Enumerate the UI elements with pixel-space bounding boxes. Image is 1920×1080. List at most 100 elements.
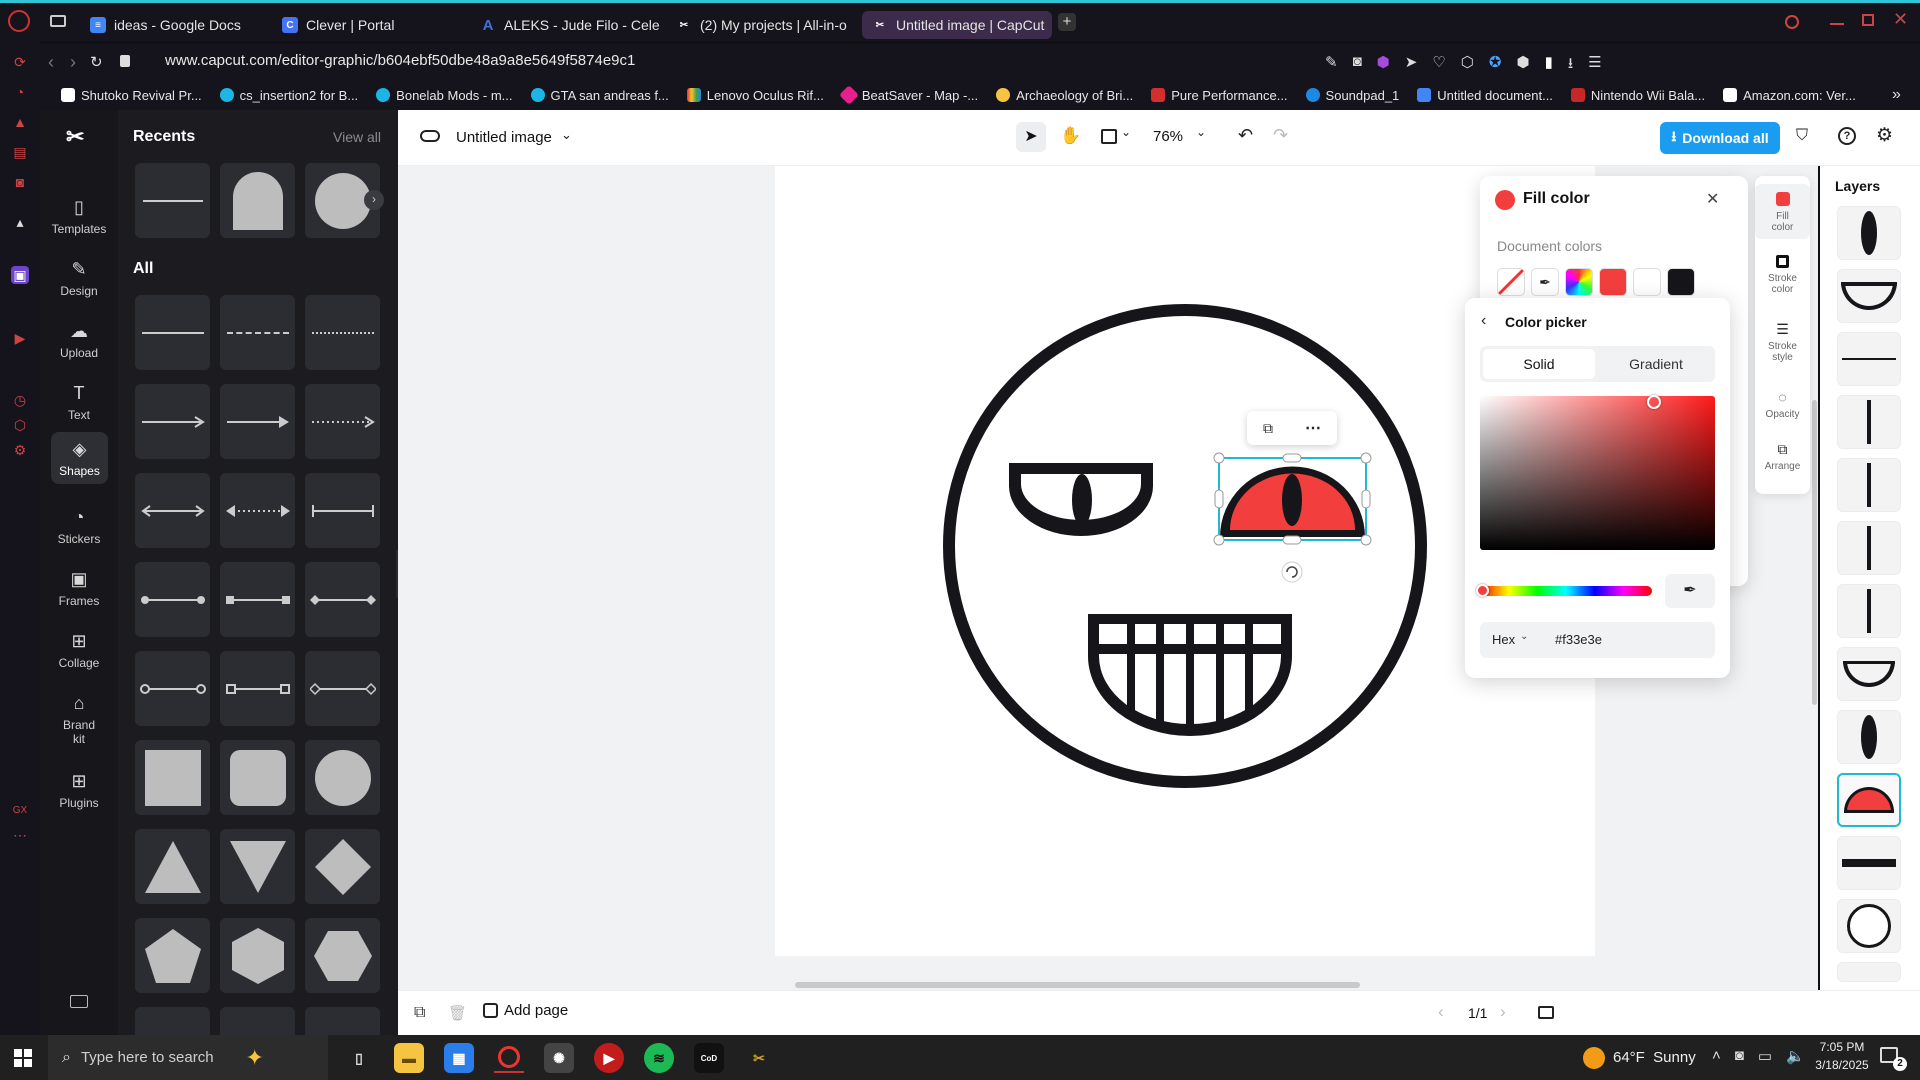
settings-gear-icon[interactable]: ⚙ [1876, 124, 1893, 147]
player-icon[interactable]: ▶ [11, 329, 29, 347]
shape-line-dot-ends[interactable] [135, 562, 210, 637]
store-icon[interactable]: ▦ [444, 1043, 474, 1073]
cloud-save-icon[interactable] [420, 130, 440, 142]
profile-icon[interactable]: ▮ [1545, 53, 1553, 78]
more-icon[interactable]: ⋯ [11, 826, 29, 844]
shape-dimension-line[interactable] [305, 473, 380, 548]
swatch-black[interactable] [1667, 268, 1695, 296]
vertical-scrollbar[interactable] [1812, 400, 1817, 705]
tray-chevron-icon[interactable]: ˄ [1712, 1047, 1721, 1065]
rail-design[interactable]: ✎ Design [40, 252, 118, 304]
shape-inverted-triangle[interactable] [220, 829, 295, 904]
eyedropper-button[interactable]: ✒ [1665, 574, 1715, 608]
shape-partial-tile[interactable] [220, 1007, 295, 1035]
shape-rounded-square[interactable] [220, 740, 295, 815]
layout-chevron-icon[interactable]: ⌄ [1121, 125, 1131, 139]
shape-line-square-ends[interactable] [220, 562, 295, 637]
call-of-duty-icon[interactable]: CoD [694, 1043, 724, 1073]
prev-page-icon[interactable]: ‹ [1438, 1002, 1444, 1022]
tab-solid[interactable]: Solid [1483, 349, 1595, 379]
format-select[interactable]: Hex [1492, 632, 1515, 647]
extension-puzzle-icon[interactable]: ⬢ [1516, 53, 1529, 78]
recents-next-icon[interactable]: › [364, 190, 384, 210]
bookmark-item[interactable]: Nintendo Wii Bala... [1562, 88, 1714, 103]
more-options-icon[interactable]: ⋯ [1305, 418, 1321, 438]
new-tab-button[interactable]: + [1058, 13, 1076, 31]
bookmark-item[interactable]: GTA san andreas f... [522, 88, 678, 103]
bookmark-item[interactable]: Archaeology of Bri... [987, 88, 1142, 103]
shape-diamond[interactable] [305, 829, 380, 904]
shape-double-arrow-dotted[interactable] [220, 473, 295, 548]
back-icon[interactable]: ‹ [48, 52, 54, 73]
maximize-icon[interactable] [1862, 14, 1874, 26]
prop-opacity[interactable]: ◌ Opacity [1755, 388, 1810, 421]
hex-value-input[interactable]: #f33e3e [1555, 632, 1602, 647]
url-field[interactable]: www.capcut.com/editor-graphic/b604ebf50d… [165, 52, 635, 69]
shape-line-open-square-ends[interactable] [220, 651, 295, 726]
rail-templates[interactable]: ▯ Templates [40, 190, 118, 242]
layer-item-selected[interactable] [1837, 773, 1901, 827]
close-window-icon[interactable]: ✕ [1893, 9, 1908, 30]
weather-text[interactable]: 64°F Sunny [1613, 1049, 1696, 1066]
close-icon[interactable]: ✕ [1706, 189, 1719, 209]
tab-capcut-active[interactable]: ✂ Untitled image | CapCut [862, 11, 1052, 39]
bookmark-item[interactable]: Bonelab Mods - m... [367, 88, 521, 103]
tab-my-projects[interactable]: ✂ (2) My projects | All-in-o [666, 11, 856, 39]
view-all-link[interactable]: View all [333, 129, 381, 145]
extension-medal-icon[interactable]: ✪ [1489, 53, 1502, 78]
hue-slider[interactable] [1476, 584, 1652, 597]
shape-line-open-diamond-ends[interactable] [305, 651, 380, 726]
layer-item[interactable] [1837, 206, 1901, 260]
menu-icon[interactable]: ☰ [1588, 53, 1601, 78]
prop-stroke-style[interactable]: ☰ Stroke style [1755, 320, 1810, 363]
messenger-icon[interactable]: ◙ [11, 173, 29, 191]
recent-shape-arch[interactable] [220, 163, 295, 238]
rail-upload[interactable]: ☁ Upload [40, 314, 118, 366]
layer-item[interactable] [1837, 836, 1901, 890]
layer-item[interactable] [1837, 899, 1901, 953]
zoom-chevron-icon[interactable]: ⌄ [1196, 125, 1206, 139]
history-icon[interactable]: ◔ [11, 83, 29, 101]
document-title[interactable]: Untitled image [456, 129, 552, 146]
extension-cube-icon[interactable]: ⬡ [1461, 53, 1474, 78]
shape-hexagon-horizontal[interactable] [305, 918, 380, 993]
clock-date[interactable]: 3/18/2025 [1808, 1058, 1876, 1072]
network-icon[interactable]: ▭ [1758, 1047, 1772, 1065]
bookmark-item[interactable]: BeatSaver - Map -... [833, 85, 987, 105]
send-icon[interactable]: ➤ [1405, 53, 1418, 78]
tab-aleks[interactable]: A ALEKS - Jude Filo - Celeb [470, 11, 660, 39]
swatch-red[interactable] [1599, 268, 1627, 296]
duplicate-icon[interactable]: ⧉ [1263, 420, 1273, 437]
forward-icon[interactable]: › [70, 52, 76, 73]
clock-icon[interactable]: ◷ [11, 391, 29, 409]
bookmark-item[interactable]: Lenovo Oculus Rif... [678, 88, 833, 103]
shape-arrow-dotted[interactable] [305, 384, 380, 459]
swatch-white[interactable] [1633, 268, 1661, 296]
tab-clever[interactable]: C Clever | Portal [272, 11, 462, 39]
layer-item[interactable] [1837, 521, 1901, 575]
prop-stroke-color[interactable]: Stroke color [1755, 252, 1810, 295]
camera-icon[interactable]: ◙ [1353, 53, 1362, 78]
layer-item[interactable] [1837, 584, 1901, 638]
tab-overview-icon[interactable] [50, 15, 66, 27]
redo-icon[interactable]: ↷ [1273, 125, 1288, 146]
keyboard-shortcuts-icon[interactable] [70, 995, 88, 1008]
clock-time[interactable]: 7:05 PM [1812, 1040, 1872, 1054]
opera-logo-icon[interactable] [8, 10, 30, 32]
app-icon[interactable]: ✺ [544, 1043, 574, 1073]
gx-corner-icon[interactable]: GX [11, 801, 29, 819]
bookmarks-overflow-icon[interactable]: » [1892, 86, 1901, 104]
shape-arrow-filled[interactable] [220, 384, 295, 459]
minimize-icon[interactable] [1830, 23, 1844, 25]
capcut-taskbar-icon[interactable]: ✂ [744, 1043, 774, 1073]
search-tabs-icon[interactable] [1785, 15, 1799, 29]
shape-triangle[interactable] [135, 829, 210, 904]
layer-item[interactable] [1837, 458, 1901, 512]
prop-arrange[interactable]: ⧉ Arrange [1755, 440, 1810, 473]
bookmark-item[interactable]: cs_insertion2 for B... [211, 88, 368, 103]
shape-arrow-line[interactable] [135, 384, 210, 459]
snapshot-icon[interactable]: ✎ [1325, 53, 1338, 78]
hue-slider-thumb[interactable] [1476, 584, 1489, 597]
gx-icon[interactable]: ▴ [11, 213, 29, 231]
youtube-app-icon[interactable]: ▶ [594, 1043, 624, 1073]
